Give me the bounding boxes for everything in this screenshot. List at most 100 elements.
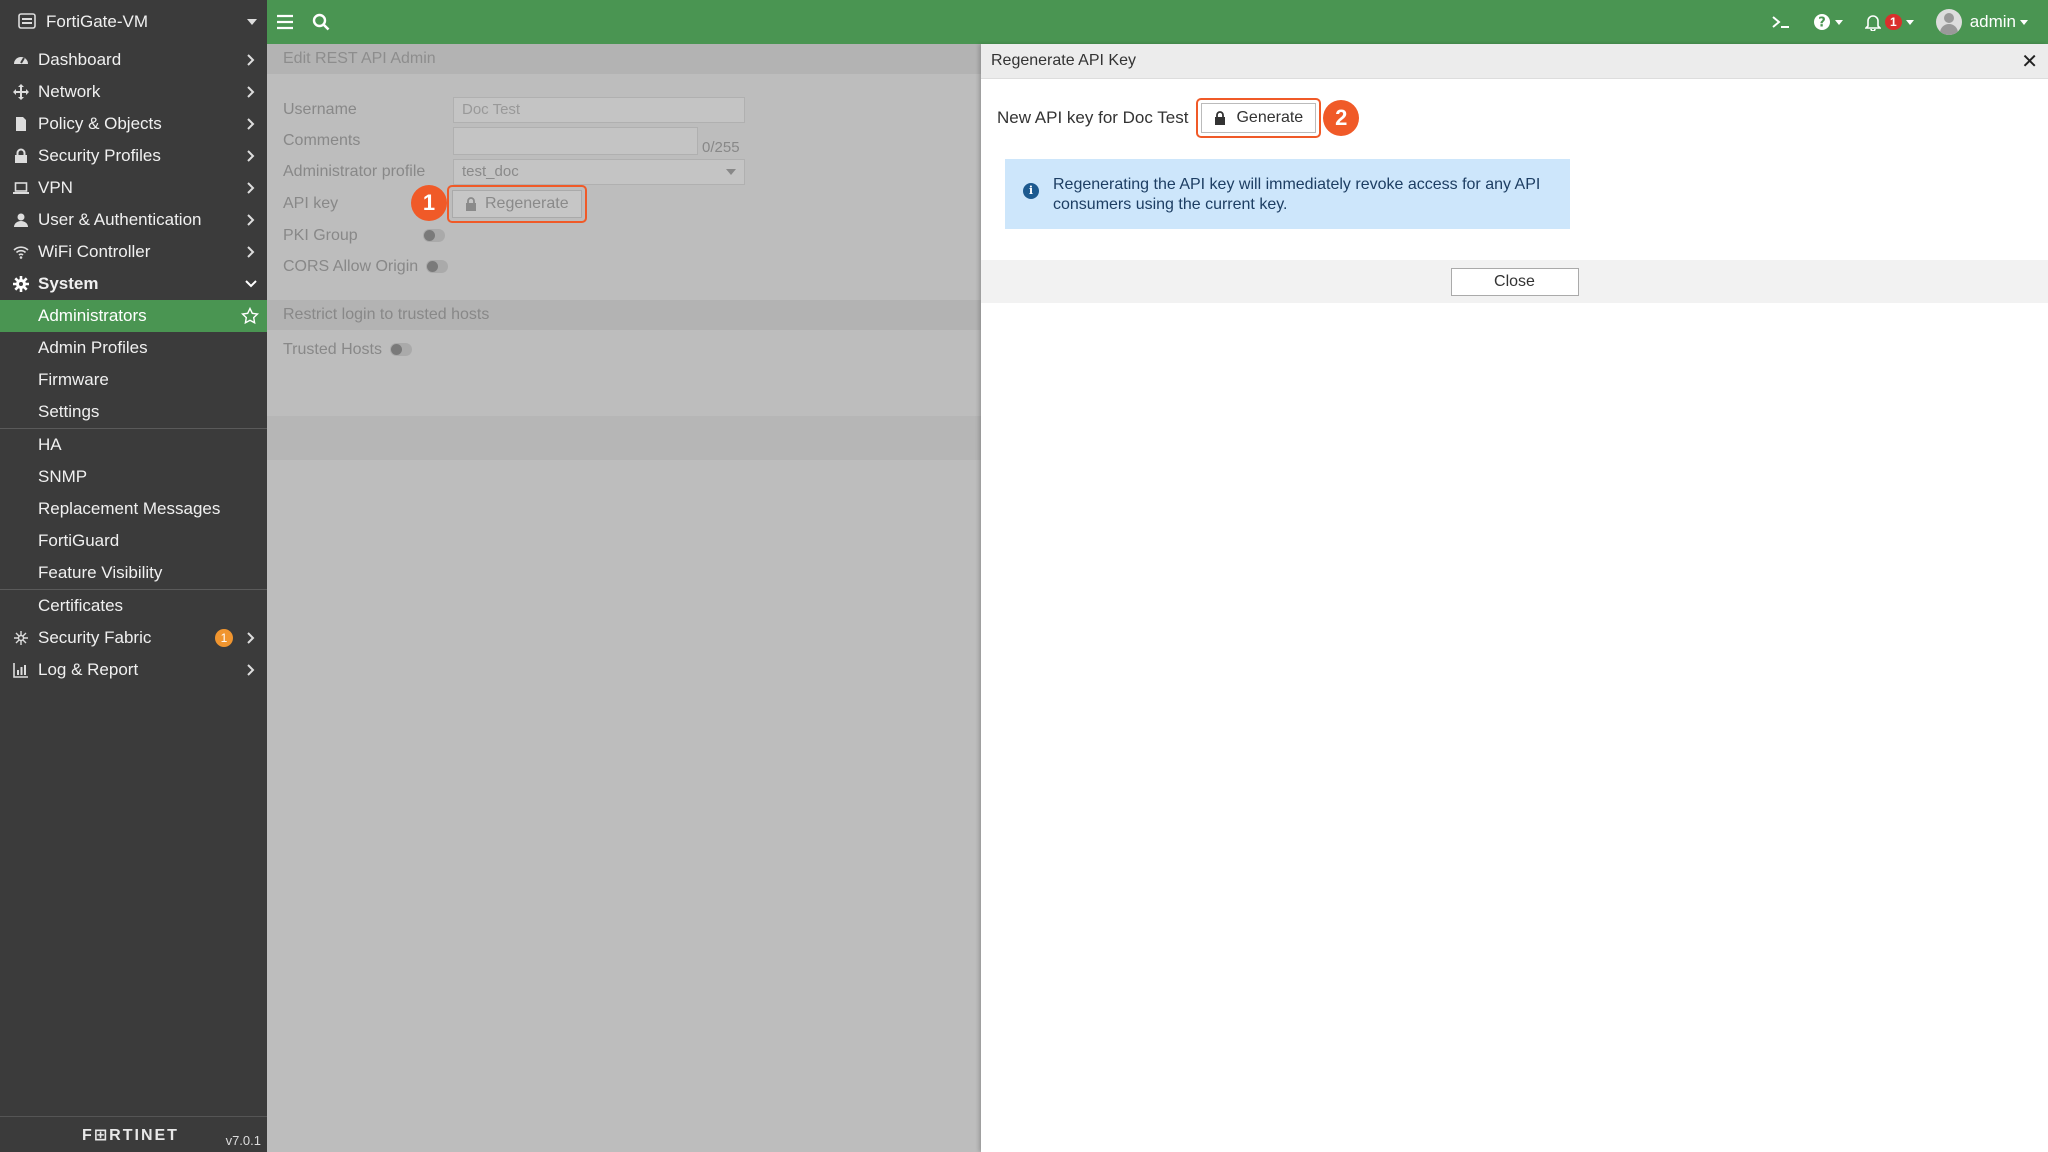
star-icon[interactable] <box>241 307 259 325</box>
cli-console-button[interactable] <box>1763 0 1799 44</box>
pki-group-label: PKI Group <box>283 226 358 244</box>
trusted-hosts-label: Trusted Hosts <box>283 340 382 358</box>
admin-profile-label: Administrator profile <box>283 162 426 180</box>
cors-label: CORS Allow Origin <box>283 257 419 275</box>
sidebar-item-system[interactable]: System <box>0 268 267 300</box>
chevron-right-icon <box>247 182 255 194</box>
sidebar-subitem-settings[interactable]: Settings <box>0 396 267 428</box>
notifications-menu[interactable]: 1 <box>1857 0 1922 44</box>
terminal-icon <box>1772 16 1789 28</box>
chart-icon <box>12 661 30 679</box>
panel-footer: Close <box>981 260 2048 303</box>
sidebar-item-security-fabric[interactable]: Security Fabric 1 <box>0 622 267 654</box>
generate-button[interactable]: Generate <box>1201 103 1317 133</box>
sidebar-subitem-administrators[interactable]: Administrators <box>0 300 267 332</box>
edit-admin-form: Edit REST API Admin Username Doc Test Co… <box>267 44 981 1152</box>
comments-char-count: 0/255 <box>702 139 740 156</box>
chevron-right-icon <box>247 54 255 66</box>
admin-profile-select[interactable]: test_doc <box>453 158 745 185</box>
new-key-label: New API key for Doc Test <box>997 108 1189 127</box>
device-name: FortiGate-VM <box>46 12 149 31</box>
wifi-icon <box>12 243 30 261</box>
search-icon <box>312 13 330 31</box>
close-button[interactable]: Close <box>1450 267 1579 296</box>
step-callout-2: 2 <box>1323 100 1360 136</box>
network-icon <box>12 83 30 101</box>
chevron-right-icon <box>247 214 255 226</box>
regenerate-api-key-panel: Regenerate API Key ✕ New API key for Doc… <box>981 44 2048 1152</box>
avatar <box>1935 9 1962 35</box>
notification-count-badge: 1 <box>1885 14 1902 30</box>
sidebar-footer: F⊞RTINET v7.0.1 <box>0 1116 267 1152</box>
info-message: i Regenerating the API key will immediat… <box>1005 159 1570 229</box>
form-footer-bar <box>267 416 981 460</box>
sidebar-subitem-feature-visibility[interactable]: Feature Visibility <box>0 557 267 589</box>
username-label: Username <box>283 100 357 118</box>
search-button[interactable] <box>303 0 339 44</box>
sidebar-item-network[interactable]: Network <box>0 76 267 108</box>
chevron-down-icon <box>2020 19 2028 25</box>
chevron-right-icon <box>247 632 255 644</box>
sidebar-item-policy-objects[interactable]: Policy & Objects <box>0 108 267 140</box>
sidebar-item-security-profiles[interactable]: Security Profiles <box>0 140 267 172</box>
chevron-right-icon <box>247 118 255 130</box>
chevron-down-icon <box>726 168 736 175</box>
notification-badge: 1 <box>215 629 233 647</box>
info-text: Regenerating the API key will immediatel… <box>1053 176 1541 213</box>
sidebar-subitem-admin-profiles[interactable]: Admin Profiles <box>0 332 267 364</box>
sidebar-subitem-firmware[interactable]: Firmware <box>0 364 267 396</box>
username-field[interactable]: Doc Test <box>453 96 745 123</box>
pki-group-toggle[interactable] <box>423 229 445 242</box>
chevron-right-icon <box>247 86 255 98</box>
chevron-down-icon <box>1905 19 1914 25</box>
device-selector[interactable]: FortiGate-VM <box>0 0 267 44</box>
user-icon <box>12 211 30 229</box>
chevron-down-icon <box>245 280 257 288</box>
close-icon[interactable]: ✕ <box>2021 49 2038 74</box>
step-callout-1: 1 <box>411 185 447 221</box>
lock-icon <box>466 196 476 211</box>
chevron-right-icon <box>247 664 255 676</box>
sidebar-item-log-report[interactable]: Log & Report <box>0 654 267 686</box>
sidebar-item-dashboard[interactable]: Dashboard <box>0 44 267 76</box>
fortinet-logo: F⊞RTINET <box>82 1127 179 1144</box>
comments-field[interactable] <box>453 126 698 155</box>
device-icon <box>18 13 36 29</box>
hamburger-icon <box>277 14 293 30</box>
fabric-icon <box>12 629 30 647</box>
policy-icon <box>12 115 30 133</box>
help-menu[interactable]: ? <box>1805 0 1851 44</box>
lock-icon <box>12 147 30 165</box>
sidebar-item-wifi-controller[interactable]: WiFi Controller <box>0 236 267 268</box>
chevron-down-icon <box>1835 19 1843 25</box>
regenerate-highlight: Regenerate <box>447 184 587 223</box>
regenerate-button[interactable]: Regenerate <box>452 189 582 218</box>
panel-title: Regenerate API Key <box>991 52 1136 69</box>
sidebar-subitem-certificates[interactable]: Certificates <box>0 590 267 622</box>
sidebar-item-user-authentication[interactable]: User & Authentication <box>0 204 267 236</box>
sidebar-subitem-snmp[interactable]: SNMP <box>0 461 267 493</box>
trusted-hosts-toggle[interactable] <box>390 343 412 356</box>
help-icon: ? <box>1814 14 1830 31</box>
gear-icon <box>12 275 30 293</box>
top-bar: ? 1 admin <box>267 0 2048 44</box>
sidebar-subitem-replacement-messages[interactable]: Replacement Messages <box>0 493 267 525</box>
form-title: Edit REST API Admin <box>267 44 981 74</box>
dashboard-icon <box>12 51 30 69</box>
panel-header: Regenerate API Key ✕ <box>981 44 2048 79</box>
user-menu[interactable]: admin <box>1928 0 2036 44</box>
cors-toggle[interactable] <box>426 260 449 273</box>
lock-icon <box>1215 111 1226 125</box>
user-name: admin <box>1969 12 2016 31</box>
sidebar: FortiGate-VM Dashboard Network Policy & … <box>0 0 267 1152</box>
restrict-section-header: Restrict login to trusted hosts <box>267 300 981 330</box>
laptop-icon <box>12 179 30 197</box>
sidebar-subitem-ha[interactable]: HA <box>0 429 267 461</box>
chevron-right-icon <box>247 246 255 258</box>
comments-label: Comments <box>283 131 361 149</box>
menu-toggle-button[interactable] <box>267 0 303 44</box>
generate-highlight: Generate <box>1196 98 1322 138</box>
sidebar-item-vpn[interactable]: VPN <box>0 172 267 204</box>
sidebar-subitem-fortiguard[interactable]: FortiGuard <box>0 525 267 557</box>
bell-icon <box>1865 15 1881 31</box>
